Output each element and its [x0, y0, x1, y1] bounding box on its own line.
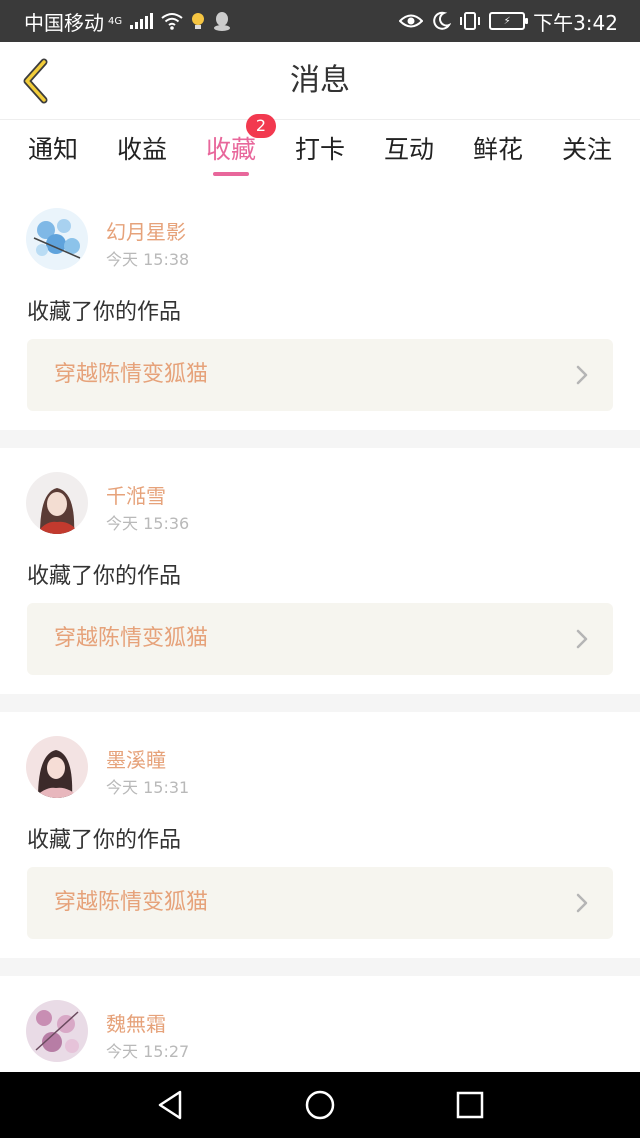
message-item: 墨溪瞳 今天 15:31 收藏了你的作品 穿越陈情变狐猫: [0, 712, 640, 958]
moon-icon: [433, 11, 452, 30]
tab-favorites[interactable]: 收藏 2: [188, 114, 276, 182]
divider: [0, 694, 640, 712]
avatar-portrait-image: [26, 472, 88, 534]
user-name[interactable]: 魏無霜: [106, 1008, 166, 1037]
unread-badge: 2: [246, 114, 276, 138]
network-type-label: 4G: [108, 15, 123, 27]
message-time: 今天 15:31: [106, 778, 190, 797]
status-right: ⚡ 下午3:42: [399, 7, 618, 36]
page-title: 消息: [290, 63, 350, 98]
status-left: 中国移动 4G: [24, 7, 231, 36]
message-time: 今天 15:38: [106, 250, 190, 269]
message-item: 千湉雪 今天 15:36 收藏了你的作品 穿越陈情变狐猫: [0, 448, 640, 694]
message-text: 收藏了你的作品: [27, 828, 182, 853]
square-recents-icon: [456, 1091, 484, 1119]
tab-interaction[interactable]: 互动: [366, 122, 452, 182]
signal-icon: [130, 13, 154, 29]
message-list: 幻月星影 今天 15:38 收藏了你的作品 穿越陈情变狐猫 千湉雪 今天 15:…: [0, 184, 640, 1096]
tab-label: 收益: [116, 135, 167, 164]
avatar[interactable]: [26, 1000, 88, 1062]
status-bar: 中国移动 4G ⚡ 下午3:42: [0, 0, 640, 42]
nav-back-button[interactable]: [150, 1085, 190, 1125]
work-card[interactable]: 穿越陈情变狐猫: [27, 867, 613, 939]
tab-checkin[interactable]: 打卡: [277, 122, 363, 182]
work-card[interactable]: 穿越陈情变狐猫: [27, 603, 613, 675]
notification-bulb-icon: [192, 13, 205, 29]
tab-flowers[interactable]: 鲜花: [455, 122, 541, 182]
message-text: 收藏了你的作品: [27, 564, 182, 589]
wifi-icon: [161, 13, 183, 30]
avatar-portrait-image: [26, 736, 88, 798]
user-name[interactable]: 千湉雪: [106, 480, 166, 509]
tab-earnings[interactable]: 收益: [99, 122, 185, 182]
message-time: 今天 15:27: [106, 1042, 190, 1061]
avatar-blossom-image: [26, 1000, 88, 1062]
message-item: 幻月星影 今天 15:38 收藏了你的作品 穿越陈情变狐猫: [0, 184, 640, 430]
user-name[interactable]: 幻月星影: [106, 216, 186, 245]
message-tabs: 通知 收益 收藏 2 打卡 互动 鲜花 关注: [0, 114, 640, 184]
work-title: 穿越陈情变狐猫: [54, 626, 209, 651]
avatar-flowers-image: [26, 208, 88, 270]
user-name[interactable]: 墨溪瞳: [106, 744, 166, 773]
battery-icon: ⚡: [489, 12, 529, 30]
avatar[interactable]: [26, 208, 88, 270]
eye-icon: [399, 14, 424, 28]
message-time: 今天 15:36: [106, 514, 190, 533]
system-navigation-bar: [0, 1072, 640, 1138]
nav-home-button[interactable]: [300, 1085, 340, 1125]
triangle-back-icon: [158, 1090, 182, 1120]
active-tab-indicator: [213, 172, 249, 176]
tab-label: 通知: [27, 135, 78, 164]
avatar[interactable]: [26, 736, 88, 798]
tab-label: 关注: [561, 135, 612, 164]
clock-label: 下午3:42: [533, 10, 618, 35]
tab-label: 打卡: [294, 135, 345, 164]
tab-follow[interactable]: 关注: [544, 122, 630, 182]
top-app-bar: 消息: [0, 42, 640, 120]
work-title: 穿越陈情变狐猫: [54, 362, 209, 387]
tab-label: 互动: [383, 135, 434, 164]
qq-penguin-icon: [214, 12, 231, 31]
avatar[interactable]: [26, 472, 88, 534]
tab-notifications[interactable]: 通知: [10, 122, 96, 182]
work-card[interactable]: 穿越陈情变狐猫: [27, 339, 613, 411]
circle-home-icon: [305, 1090, 335, 1120]
message-text: 收藏了你的作品: [27, 300, 182, 325]
tab-label: 收藏: [205, 135, 256, 164]
chevron-right-icon: [576, 365, 588, 385]
divider: [0, 958, 640, 976]
chevron-right-icon: [576, 629, 588, 649]
tab-label: 鲜花: [472, 135, 523, 164]
nav-recents-button[interactable]: [450, 1085, 490, 1125]
work-title: 穿越陈情变狐猫: [54, 890, 209, 915]
chevron-right-icon: [576, 893, 588, 913]
carrier-label: 中国移动: [24, 10, 104, 35]
vibrate-icon: [460, 12, 481, 30]
divider: [0, 430, 640, 448]
